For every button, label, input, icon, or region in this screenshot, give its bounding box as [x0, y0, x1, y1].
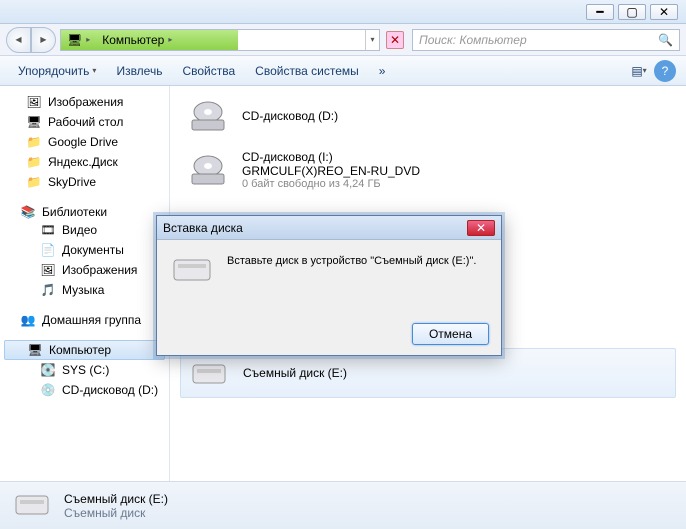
view-button[interactable]: ▤▾ [628, 60, 650, 82]
bc-computer[interactable]: Компьютер ▸ [96, 30, 178, 50]
maximize-button[interactable]: ▢ [618, 4, 646, 20]
breadcrumb[interactable]: 🖥▸ Компьютер▸ ▾ [60, 29, 380, 51]
toolbar: Упорядочить ▾ Извлечь Свойства Свойства … [0, 56, 686, 86]
bc-root[interactable]: 🖥▸ [61, 30, 96, 50]
sidebar-computer[interactable]: 🖥Компьютер [4, 340, 165, 360]
video-icon: 🎞 [40, 222, 56, 238]
chevron-left-icon: ◀ [15, 35, 21, 44]
desktop-icon: 🖥 [26, 114, 42, 130]
computer-icon: 🖥 [27, 342, 43, 358]
sidebar-item-gdrive[interactable]: 📁Google Drive [0, 132, 169, 152]
cancel-button[interactable]: Отмена [412, 323, 489, 345]
drive-status: 0 байт свободно из 4,24 ГБ [242, 178, 420, 190]
removable-drive-icon [12, 490, 52, 521]
disc-icon: 💿 [40, 382, 56, 398]
music-icon: 🎵 [40, 282, 56, 298]
help-button[interactable]: ? [654, 60, 676, 82]
help-icon: ? [662, 64, 669, 78]
dialog-close-button[interactable]: ✕ [467, 220, 495, 236]
search-icon: 🔍 [658, 33, 673, 47]
sidebar-item-video[interactable]: 🎞Видео [0, 220, 169, 240]
sidebar-item-images[interactable]: 🖼Изображения [0, 92, 169, 112]
drive-title: CD-дисковод (I:) [242, 150, 420, 164]
drive-title: Съемный диск (E:) [243, 366, 347, 380]
sidebar-drive-d[interactable]: 💿CD-дисковод (D:) [0, 380, 169, 400]
dvd-drive-icon [186, 98, 230, 134]
organize-button[interactable]: Упорядочить ▾ [10, 60, 104, 82]
dialog-titlebar[interactable]: Вставка диска ✕ [157, 216, 501, 240]
maximize-icon: ▢ [626, 5, 637, 19]
drive-icon [171, 254, 213, 288]
folder-icon: 📁 [26, 154, 42, 170]
chevron-right-icon: ▸ [168, 35, 172, 44]
statusbar: Съемный диск (E:) Съемный диск [0, 481, 686, 529]
search-input[interactable]: Поиск: Компьютер 🔍 [412, 29, 680, 51]
bc-progress [178, 30, 238, 50]
titlebar: ━ ▢ ✕ [0, 0, 686, 24]
homegroup-icon: 👥 [20, 312, 36, 328]
close-icon: ✕ [476, 221, 486, 235]
sidebar: 🖼Изображения 🖥Рабочий стол 📁Google Drive… [0, 86, 170, 481]
more-button[interactable]: » [371, 60, 394, 82]
insert-disk-dialog: Вставка диска ✕ Вставьте диск в устройст… [156, 215, 502, 356]
sidebar-item-music[interactable]: 🎵Музыка [0, 280, 169, 300]
drive-icon: 💽 [40, 362, 56, 378]
chevron-right-icon: ▸ [86, 35, 90, 44]
drive-title: CD-дисковод (D:) [242, 109, 338, 123]
bc-label: Компьютер [102, 33, 164, 47]
status-title: Съемный диск (E:) [64, 492, 168, 506]
close-window-button[interactable]: ✕ [650, 4, 678, 20]
pictures-icon: 🖼 [40, 262, 56, 278]
navbar: ◀ ▶ 🖥▸ Компьютер▸ ▾ ✕ Поиск: Компьютер 🔍 [0, 24, 686, 56]
search-placeholder: Поиск: Компьютер [419, 33, 527, 47]
x-icon: ✕ [390, 33, 400, 47]
chevron-down-icon: ▾ [92, 66, 96, 75]
back-button[interactable]: ◀ [6, 27, 31, 53]
libraries-icon: 📚 [20, 204, 36, 220]
bc-dropdown[interactable]: ▾ [365, 30, 379, 50]
folder-icon: 📁 [26, 134, 42, 150]
drive-i[interactable]: CD-дисковод (I:) GRMCULF(X)REO_EN-RU_DVD… [180, 144, 676, 196]
sidebar-drive-c[interactable]: 💽SYS (C:) [0, 360, 169, 380]
system-properties-button[interactable]: Свойства системы [247, 60, 367, 82]
drive-subtitle: GRMCULF(X)REO_EN-RU_DVD [242, 164, 420, 178]
sidebar-homegroup[interactable]: 👥Домашняя группа [0, 312, 169, 328]
dialog-title: Вставка диска [163, 221, 243, 235]
chevron-right-icon: ▶ [40, 35, 46, 44]
chevron-down-icon: ▾ [370, 35, 374, 44]
sidebar-item-desktop[interactable]: 🖥Рабочий стол [0, 112, 169, 132]
dvd-drive-icon [186, 152, 230, 188]
sidebar-item-skydrive[interactable]: 📁SkyDrive [0, 172, 169, 192]
sidebar-item-yandex[interactable]: 📁Яндекс.Диск [0, 152, 169, 172]
eject-button[interactable]: Извлечь [108, 60, 170, 82]
view-icon: ▤ [631, 64, 642, 78]
removable-drive-icon [187, 355, 231, 391]
documents-icon: 📄 [40, 242, 56, 258]
minimize-icon: ━ [596, 5, 603, 19]
sidebar-libraries[interactable]: 📚Библиотеки [0, 204, 169, 220]
folder-icon: 📁 [26, 174, 42, 190]
sidebar-item-documents[interactable]: 📄Документы [0, 240, 169, 260]
dialog-message: Вставьте диск в устройство "Съемный диск… [227, 254, 476, 288]
stop-button[interactable]: ✕ [386, 31, 404, 49]
close-icon: ✕ [659, 5, 669, 19]
drive-d[interactable]: CD-дисковод (D:) [180, 92, 676, 140]
minimize-button[interactable]: ━ [586, 4, 614, 20]
images-icon: 🖼 [26, 94, 42, 110]
properties-button[interactable]: Свойства [174, 60, 243, 82]
forward-button[interactable]: ▶ [31, 27, 56, 53]
nav-arrows: ◀ ▶ [6, 27, 56, 53]
computer-icon: 🖥 [67, 33, 82, 47]
sidebar-item-pictures[interactable]: 🖼Изображения [0, 260, 169, 280]
